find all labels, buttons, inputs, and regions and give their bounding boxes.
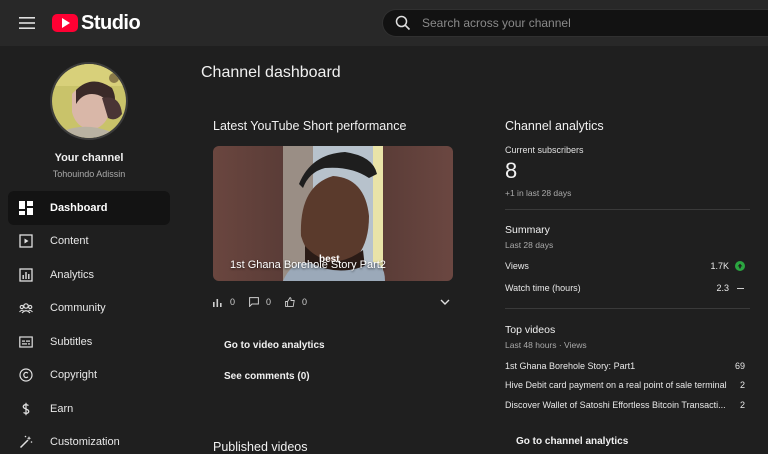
- page-title: Channel dashboard: [201, 64, 341, 81]
- sidebar-item-dashboard[interactable]: Dashboard: [8, 191, 170, 225]
- top-videos-title: Top videos: [505, 324, 556, 336]
- views-count: 0: [230, 297, 236, 307]
- sidebar-item-label: Subtitles: [50, 335, 93, 348]
- hamburger-icon: [19, 17, 35, 29]
- sidebar-item-subtitles[interactable]: Subtitles: [8, 325, 170, 359]
- short-video-title: 1st Ghana Borehole Story Part2: [230, 259, 386, 271]
- sidebar-nav: Dashboard Content Analytics Community Su…: [8, 191, 170, 454]
- subscribers-label: Current subscribers: [505, 145, 584, 155]
- sidebar: Your channel Tohouindo Adissin Dashboard…: [0, 46, 180, 454]
- metric-row-watch-time: Watch time (hours) 2.3: [505, 281, 745, 295]
- copyright-icon: [18, 367, 34, 383]
- bar-chart-icon: [213, 299, 222, 307]
- top-video-title: 1st Ghana Borehole Story: Part1: [505, 361, 636, 371]
- views-stat: 0: [213, 297, 235, 307]
- trend-flat-icon: [736, 287, 744, 289]
- metric-value: 1.7K: [710, 261, 729, 271]
- chevron-down-icon[interactable]: [439, 296, 451, 308]
- short-thumbnail[interactable]: best 1st Ghana Borehole Story Part2: [213, 146, 453, 281]
- content-icon: [18, 233, 34, 249]
- sidebar-item-customization[interactable]: Customization: [8, 426, 170, 454]
- logo-text: Studio: [81, 11, 141, 34]
- divider: [505, 209, 750, 210]
- subscribers-delta: +1 in last 28 days: [505, 188, 572, 198]
- top-bar: Studio: [0, 0, 768, 46]
- earn-icon: [18, 401, 34, 417]
- top-video-views: 69: [734, 361, 745, 371]
- thumbs-up-icon: [285, 297, 295, 307]
- top-video-row[interactable]: 1st Ghana Borehole Story: Part1 69: [505, 359, 745, 373]
- metric-row-views: Views 1.7K: [505, 259, 745, 273]
- top-videos-period: Last 48 hours · Views: [505, 340, 587, 350]
- community-icon: [18, 300, 34, 316]
- top-video-title: Hive Debit card payment on a real point …: [505, 380, 727, 390]
- channel-avatar[interactable]: [50, 62, 128, 140]
- top-video-row[interactable]: Hive Debit card payment on a real point …: [505, 378, 745, 392]
- top-video-views: 2: [739, 380, 745, 390]
- divider: [505, 308, 750, 309]
- comment-icon: [249, 297, 259, 307]
- card-title: Latest YouTube Short performance: [213, 119, 407, 133]
- sidebar-item-label: Content: [50, 235, 89, 248]
- go-to-channel-analytics-button[interactable]: Go to channel analytics: [507, 433, 637, 450]
- avatar-image: [52, 64, 126, 138]
- sidebar-item-community[interactable]: Community: [8, 292, 170, 326]
- likes-count: 0: [302, 297, 308, 307]
- subtitles-icon: [18, 334, 34, 350]
- dashboard-icon: [18, 200, 34, 216]
- sidebar-item-content[interactable]: Content: [8, 225, 170, 259]
- card-title: Channel analytics: [505, 119, 604, 133]
- channel-analytics-card: Channel analytics Current subscribers 8 …: [493, 107, 768, 454]
- top-video-row[interactable]: Discover Wallet of Satoshi Effortless Bi…: [505, 398, 745, 412]
- your-channel-label: Your channel: [54, 152, 124, 164]
- sidebar-item-analytics[interactable]: Analytics: [8, 258, 170, 292]
- latest-short-card: Latest YouTube Short performance best 1s…: [201, 107, 465, 454]
- studio-logo[interactable]: Studio: [52, 11, 141, 34]
- search-bar[interactable]: [382, 9, 768, 37]
- sidebar-item-copyright[interactable]: Copyright: [8, 359, 170, 393]
- sidebar-item-label: Community: [50, 302, 106, 315]
- summary-title: Summary: [505, 224, 550, 236]
- subscribers-count: 8: [505, 158, 518, 183]
- metric-label: Watch time (hours): [505, 283, 581, 293]
- metric-value: 2.3: [716, 283, 729, 293]
- see-comments-button[interactable]: See comments (0): [215, 367, 319, 386]
- sidebar-item-label: Copyright: [50, 369, 98, 382]
- customization-icon: [18, 434, 34, 450]
- menu-button[interactable]: [14, 10, 40, 36]
- metric-label: Views: [505, 261, 529, 271]
- sidebar-item-label: Customization: [50, 436, 120, 449]
- trend-up-icon: [735, 261, 745, 271]
- likes-stat: 0: [285, 297, 307, 307]
- sidebar-item-earn[interactable]: Earn: [8, 392, 170, 426]
- search-input[interactable]: [422, 16, 768, 30]
- sidebar-item-label: Dashboard: [50, 201, 108, 214]
- youtube-play-icon: [52, 14, 78, 32]
- short-stats: 0 0 0: [213, 295, 453, 309]
- comments-stat: 0: [249, 297, 271, 307]
- top-video-title: Discover Wallet of Satoshi Effortless Bi…: [505, 400, 726, 410]
- channel-name: Tohouindo Adissin: [52, 169, 126, 179]
- analytics-icon: [18, 267, 34, 283]
- go-to-video-analytics-button[interactable]: Go to video analytics: [215, 336, 334, 355]
- comments-count: 0: [266, 297, 272, 307]
- sidebar-item-label: Analytics: [50, 268, 95, 281]
- top-video-views: 2: [739, 400, 745, 410]
- sidebar-item-label: Earn: [50, 402, 74, 415]
- summary-period: Last 28 days: [505, 240, 554, 250]
- search-icon[interactable]: [395, 15, 411, 31]
- published-videos-title: Published videos: [213, 440, 308, 454]
